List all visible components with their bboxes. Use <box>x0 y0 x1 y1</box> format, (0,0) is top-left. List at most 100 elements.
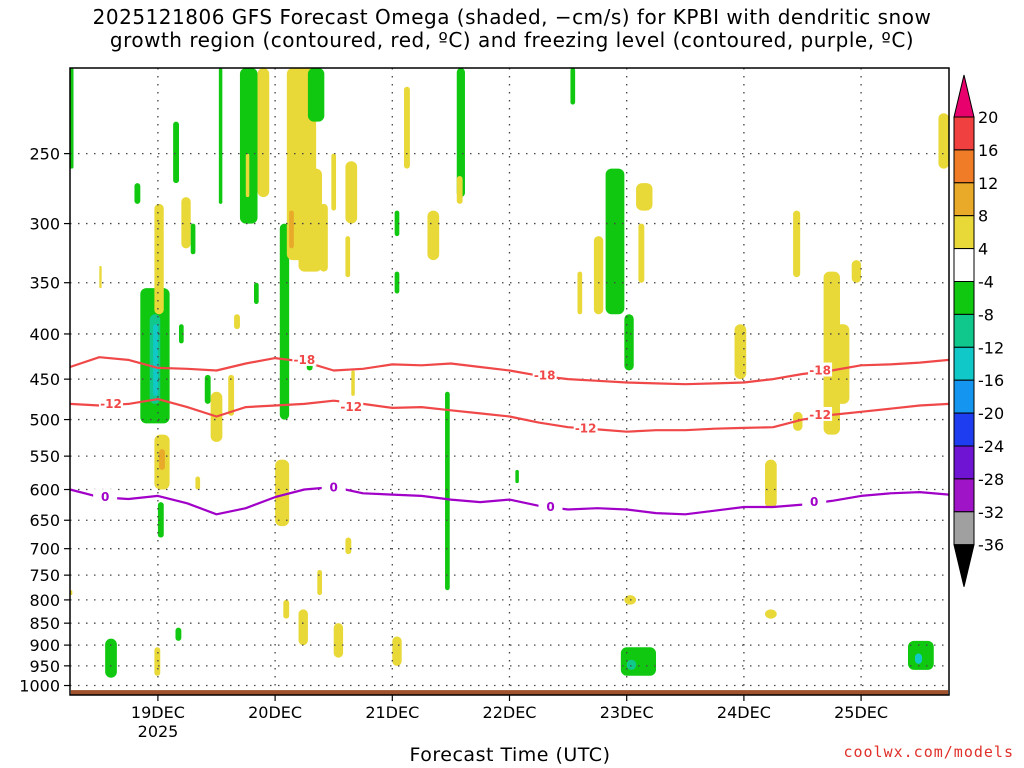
colorbar-level-label: -8 <box>978 305 994 324</box>
colorbar-bottom-arrow <box>953 544 975 587</box>
time-tick-label: 24DEC <box>717 703 771 722</box>
colorbar-bin <box>953 116 975 151</box>
pressure-tick-label: 300 <box>29 215 60 234</box>
omega-shaded-region <box>851 260 862 283</box>
omega-shaded-region <box>626 659 637 670</box>
time-axis: 19DEC 20DEC 21DEC 22DEC 23DEC 24DEC 25DEC <box>131 695 888 722</box>
omega-shaded-region <box>392 636 402 666</box>
omega-shaded-region <box>345 161 358 224</box>
omega-shaded-region <box>239 68 258 224</box>
colorbar-bin <box>953 478 975 513</box>
contour-label: -18 <box>294 353 316 367</box>
omega-shaded-region <box>605 168 625 315</box>
omega-shaded-region <box>204 374 211 404</box>
colorbar-level-label: -4 <box>978 273 994 292</box>
omega-shaded-region <box>331 153 337 211</box>
omega-shaded-region <box>298 168 322 272</box>
omega-shaded-region <box>345 537 352 555</box>
omega-shaded-region <box>154 647 161 676</box>
omega-shaded-region <box>298 609 308 646</box>
omega-shaded-region <box>275 459 290 527</box>
colorbar-bin <box>953 248 975 283</box>
omega-shaded-region <box>793 210 801 278</box>
grid-layer <box>70 68 949 695</box>
colorbar-bin <box>953 281 975 315</box>
omega-shaded-region <box>938 113 949 169</box>
colorbar-bin <box>953 182 975 217</box>
pressure-tick-label: 950 <box>29 657 60 676</box>
omega-shaded-region <box>636 183 653 211</box>
colorbar-top-arrow <box>953 74 975 118</box>
omega-shaded-region <box>456 175 463 204</box>
omega-shaded-region <box>620 647 656 676</box>
pressure-tick-label: 800 <box>29 591 60 610</box>
omega-shaded-region <box>159 449 165 470</box>
colorbar-bin <box>953 511 975 546</box>
colorbar-bin <box>953 379 975 414</box>
contour-label: -12 <box>809 408 831 422</box>
time-tick-label: 19DEC <box>131 703 185 722</box>
omega-shaded-region <box>345 236 351 278</box>
colorbar-level-label: -16 <box>978 371 1004 390</box>
time-tick-label: 21DEC <box>365 703 419 722</box>
source-credit: coolwx.com/models <box>843 743 1014 761</box>
time-tick-label: 25DEC <box>834 703 888 722</box>
pressure-tick-label: 900 <box>29 636 60 655</box>
omega-colorbar: 20 16 12 8 4 -4 -8 -12 -16 -20 -24 -28 -32 -36 <box>953 74 1004 587</box>
omega-shaded-region <box>173 121 179 184</box>
pressure-tick-label: 1000 <box>19 677 60 696</box>
contour-label: 0 <box>810 495 818 509</box>
colorbar-bin <box>953 346 975 381</box>
omega-shaded-region <box>835 324 850 404</box>
contour-label: -18 <box>809 364 831 378</box>
pressure-tick-label: 650 <box>29 511 60 530</box>
pressure-tick-label: 400 <box>29 325 60 344</box>
omega-shaded-region <box>764 459 777 509</box>
time-tick-label: 23DEC <box>600 703 654 722</box>
omega-shaded-region <box>245 153 250 198</box>
omega-shaded-region <box>638 223 645 283</box>
contour-label: -12 <box>100 397 122 411</box>
colorbar-level-label: -12 <box>978 338 1004 357</box>
omega-shaded-region <box>593 236 604 315</box>
omega-time-height-chart: -18-18 -18-12 -12-12-12000 0 25030035040045… <box>19 67 1004 741</box>
colorbar-level-label: -24 <box>978 437 1004 456</box>
contour-label: 0 <box>101 490 109 504</box>
omega-shaded-region <box>195 476 201 490</box>
contour-label: 0 <box>546 500 554 514</box>
omega-shaded-region <box>404 86 410 169</box>
omega-shaded-region <box>319 203 328 272</box>
omega-shaded-region <box>234 314 240 330</box>
pressure-tick-label: 700 <box>29 540 60 559</box>
omega-shaded-region <box>577 271 583 315</box>
omega-shaded-region <box>283 599 290 619</box>
pressure-tick-label: 450 <box>29 370 60 389</box>
x-axis-label: Forecast Time (UTC) <box>409 744 611 766</box>
omega-shaded-region <box>289 210 294 249</box>
omega-shaded-region <box>153 324 158 396</box>
contour-label: -12 <box>340 400 362 414</box>
omega-shaded-region <box>154 203 164 315</box>
colorbar-level-label: -32 <box>978 503 1004 522</box>
omega-shaded-region <box>515 469 519 484</box>
omega-shaded-region <box>317 569 322 596</box>
year-label: 2025 <box>138 722 179 741</box>
colorbar-level-label: 16 <box>978 141 998 160</box>
omega-shaded-region <box>624 314 634 371</box>
colorbar-level-label: -36 <box>978 536 1004 555</box>
colorbar-bin <box>953 313 975 348</box>
colorbar-level-label: 4 <box>978 240 988 259</box>
colorbar-bin <box>953 149 975 184</box>
colorbar-bin <box>953 412 975 447</box>
omega-shaded-region <box>333 623 344 658</box>
pressure-axis: 250 300 350 400 450 500 550 600 650 700 750 800 850 9… <box>19 145 70 696</box>
omega-shaded-region <box>228 374 235 416</box>
omega-shaded-region <box>570 68 576 105</box>
contour-label: -18 <box>534 369 556 383</box>
omega-shaded-region <box>134 183 141 204</box>
pressure-tick-label: 750 <box>29 566 60 585</box>
pressure-tick-label: 600 <box>29 481 60 500</box>
contour-layer: -18 -18 -18 -12 -12 -12 -12 0 0 0 0 <box>69 351 950 516</box>
colorbar-level-label: -28 <box>978 470 1004 489</box>
colorbar-bin <box>953 445 975 480</box>
